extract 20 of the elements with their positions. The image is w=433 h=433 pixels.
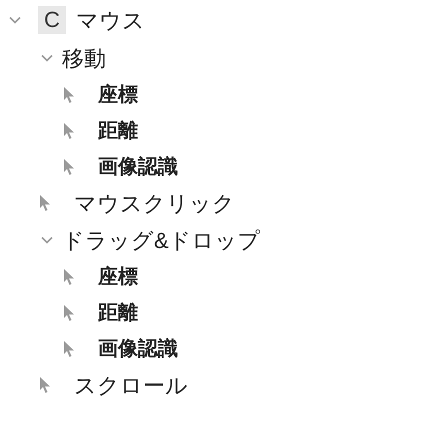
tree-node-label[interactable]: 距離 — [98, 298, 138, 328]
cursor-icon — [40, 194, 52, 212]
cursor-icon — [64, 304, 76, 322]
cursor-icon — [64, 86, 76, 104]
cursor-icon — [64, 122, 76, 140]
cursor-icon — [64, 268, 76, 286]
tree-node-label[interactable]: 座標 — [98, 262, 138, 292]
tree-node-label[interactable]: スクロール — [74, 368, 188, 402]
tree-node-label[interactable]: 画像認識 — [98, 152, 178, 182]
cursor-icon — [64, 340, 76, 358]
tree-node-label[interactable]: 座標 — [98, 80, 138, 110]
cursor-icon — [64, 158, 76, 176]
tree-node-label[interactable]: 距離 — [98, 116, 138, 146]
tree-node-label[interactable]: マウスクリック — [74, 186, 235, 220]
tree-node-label[interactable]: 画像認識 — [98, 334, 178, 364]
cursor-icon — [40, 376, 52, 394]
tree-node-label[interactable]: マウス — [76, 4, 145, 36]
tree-node-label[interactable]: 移動 — [62, 42, 106, 74]
tree-node-label[interactable]: ドラッグ&ドロップ — [62, 224, 261, 256]
tree-node-badge: C — [38, 6, 66, 34]
